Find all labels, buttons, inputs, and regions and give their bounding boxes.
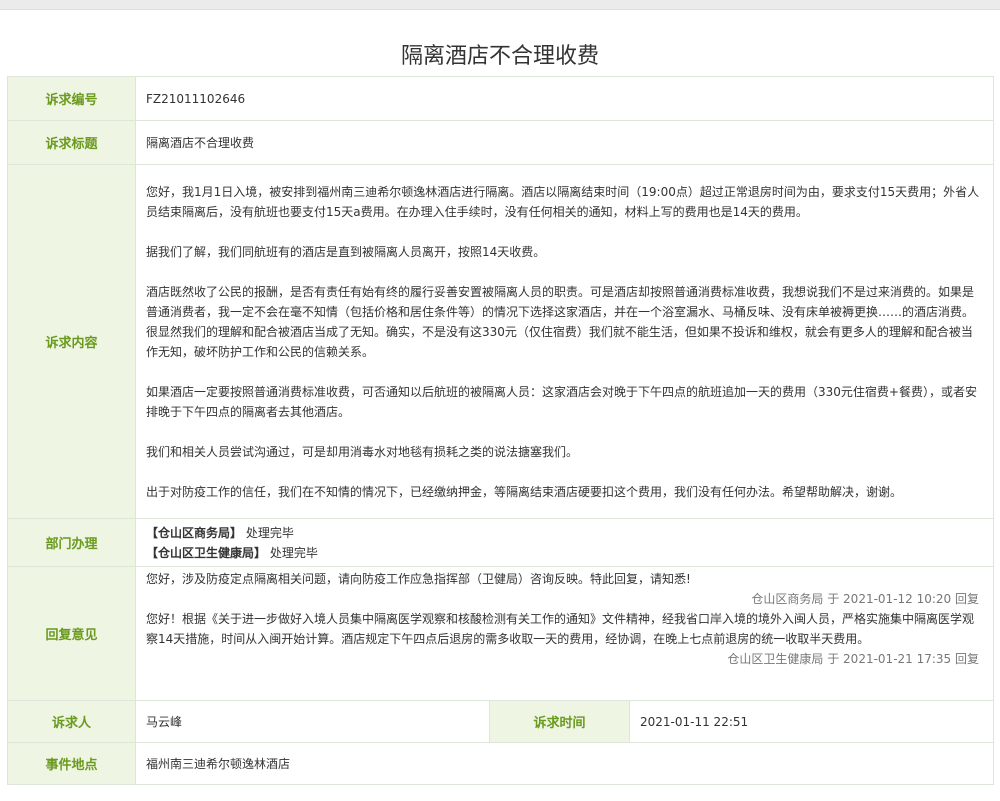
page-title: 隔离酒店不合理收费 [400,44,599,69]
row-reply: 回复意见 您好，涉及防疫定点隔离相关问题，请向防疫工作应急指挥部（卫健局）咨询反… [7,566,995,701]
complaint-table: 诉求编号 FZ21011102646 诉求标题 隔离酒店不合理收费 诉求内容 您… [7,76,995,785]
location-label: 事件地点 [7,742,136,785]
content-paragraph: 出于对防疫工作的信任，我们在不知情的情况下，已经缴纳押金，等隔离结束酒店硬要扣这… [146,484,903,499]
department-label: 部门办理 [7,518,136,567]
row-complainant: 诉求人 马云峰 诉求时间 2021-01-11 22:51 [7,700,995,743]
top-bar [0,0,1000,10]
row-department: 部门办理 【仓山区商务局】 处理完毕 【仓山区卫生健康局】 处理完毕 [7,518,995,567]
reply-list: 您好，涉及防疫定点隔离相关问题，请向防疫工作应急指挥部（卫健局）咨询反映。特此回… [134,566,995,701]
department-item: 【仓山区卫生健康局】 处理完毕 [146,543,983,563]
complaint-no-label: 诉求编号 [7,76,136,121]
content-paragraph: 我们和相关人员尝试沟通过，可是却用消毒水对地毯有损耗之类的说法搪塞我们。 [146,444,579,459]
department-list: 【仓山区商务局】 处理完毕 【仓山区卫生健康局】 处理完毕 [134,518,995,567]
row-complaint-no: 诉求编号 FZ21011102646 [7,76,995,121]
reply-label: 回复意见 [7,566,136,701]
department-item: 【仓山区商务局】 处理完毕 [146,523,983,543]
row-complaint-title: 诉求标题 隔离酒店不合理收费 [7,120,995,165]
department-status: 处理完毕 [266,545,318,560]
department-name: 【仓山区卫生健康局】 [146,545,267,560]
row-complaint-content: 诉求内容 您好，我1月1日入境，被安排到福州南三迪希尔顿逸林酒店进行隔离。酒店以… [7,164,995,519]
reply-signature: 仓山区卫生健康局 于 2021-01-21 17:35 回复 [727,652,980,666]
complainant-value: 马云峰 [135,700,490,743]
complaint-content-label: 诉求内容 [7,164,136,519]
complaint-no-value: FZ21011102646 [134,76,995,121]
complaint-detail: 诉求编号 FZ21011102646 诉求标题 隔离酒店不合理收费 诉求内容 您… [7,76,995,785]
row-location: 事件地点 福州南三迪希尔顿逸林酒店 [7,742,995,785]
department-status: 处理完毕 [242,525,294,540]
complainant-label: 诉求人 [7,700,136,743]
reply-text: 您好，涉及防疫定点隔离相关问题，请向防疫工作应急指挥部（卫健局）咨询反映。特此回… [146,572,691,586]
content-paragraph: 酒店既然收了公民的报酬，是否有责任有始有终的履行妥善安置被隔离人员的职责。可是酒… [146,284,975,359]
content-paragraph: 据我们了解，我们同航班有的酒店是直到被隔离人员离开，按照14天收费。 [146,244,546,259]
department-name: 【仓山区商务局】 [146,525,243,540]
reply-text: 您好！根据《关于进一步做好入境人员集中隔离医学观察和核酸检测有关工作的通知》文件… [146,612,975,646]
complaint-time-label: 诉求时间 [489,700,630,743]
content-paragraph: 如果酒店一定要按照普通消费标准收费，可否通知以后航班的被隔离人员：这家酒店会对晚… [146,384,977,419]
complaint-time-value: 2021-01-11 22:51 [628,700,995,743]
content-paragraph: 您好，我1月1日入境，被安排到福州南三迪希尔顿逸林酒店进行隔离。酒店以隔离结束时… [146,184,980,219]
reply-signature: 仓山区商务局 于 2021-01-12 10:20 回复 [751,592,980,606]
complaint-content-value: 您好，我1月1日入境，被安排到福州南三迪希尔顿逸林酒店进行隔离。酒店以隔离结束时… [134,164,995,519]
location-value: 福州南三迪希尔顿逸林酒店 [134,742,995,785]
complaint-title-label: 诉求标题 [7,120,136,165]
complaint-title-value: 隔离酒店不合理收费 [134,120,995,165]
